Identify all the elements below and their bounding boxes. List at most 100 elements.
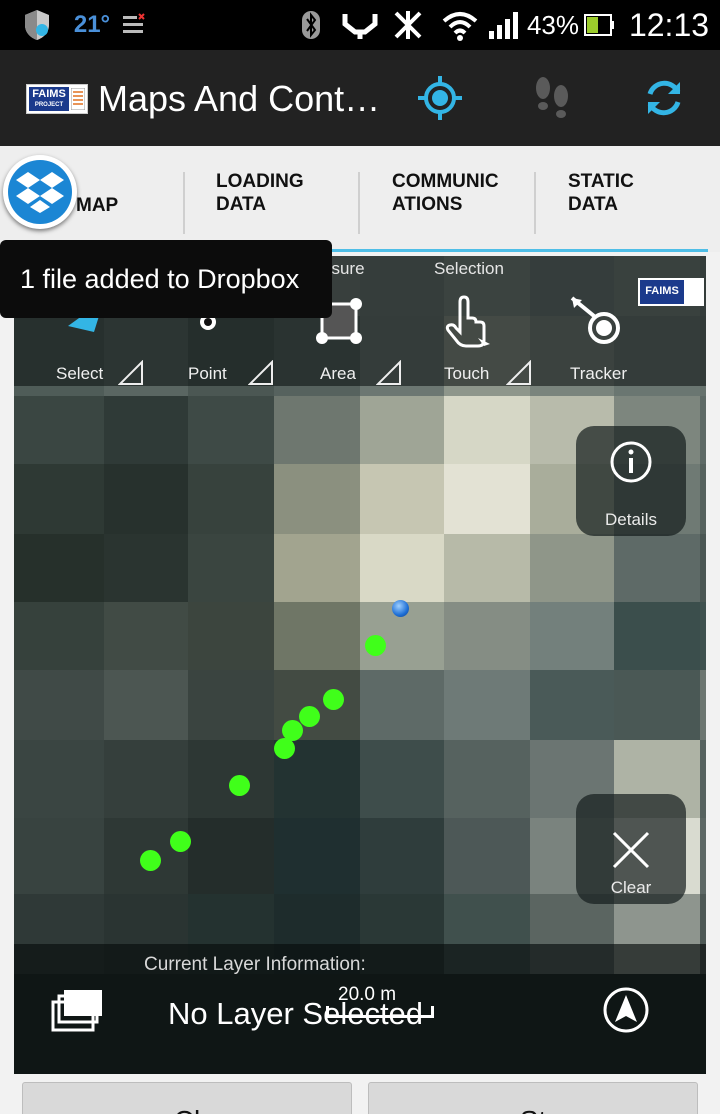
map-tile	[188, 396, 274, 464]
point-tool-label: Point	[188, 364, 227, 383]
footsteps-icon	[536, 77, 568, 118]
map-tile	[700, 534, 706, 602]
map-tile	[274, 818, 360, 894]
clear-button[interactable]: Clear	[576, 794, 686, 904]
map-tile	[274, 396, 360, 464]
tracker-icon	[570, 296, 620, 344]
track-point	[365, 635, 386, 656]
tab-bar: MAP LOADING DATA COMMUNIC ATIONS STATIC …	[0, 146, 720, 252]
sync-button[interactable]	[636, 70, 692, 126]
track-point	[299, 706, 320, 727]
layer-info-bar: Current Layer Information: No Layer Sele…	[14, 944, 706, 1074]
map-tile	[104, 670, 188, 740]
tab-divider	[183, 172, 185, 234]
expand-corner-icon	[376, 360, 401, 385]
area-tool-label: Area	[320, 364, 356, 383]
map-tile	[444, 396, 530, 464]
map-faims-logo: FAIMS	[638, 278, 704, 306]
map-tile	[14, 602, 104, 670]
notification-list-icon	[120, 0, 146, 50]
tab-static-data-line1: STATIC	[568, 171, 634, 192]
bluetooth-icon	[298, 0, 324, 50]
touch-selection-tool[interactable]: Selection Touch	[424, 256, 554, 386]
tab-loading-data-line1: LOADING	[216, 171, 304, 192]
map-tile	[444, 670, 530, 740]
signal-off-icon	[390, 0, 426, 50]
gps-target-icon	[418, 76, 462, 120]
map-tile	[104, 396, 188, 464]
bottom-button-left[interactable]: Cl	[22, 1082, 352, 1114]
expand-corner-icon	[248, 360, 273, 385]
tab-communications-line1: COMMUNIC	[392, 171, 499, 192]
map-tile	[104, 602, 188, 670]
expand-corner-icon	[506, 360, 531, 385]
scale-label: 20.0 m	[338, 984, 397, 1005]
map-tile	[14, 818, 104, 894]
status-bar: 21° 43% 12:13	[0, 0, 720, 50]
track-point	[170, 831, 191, 852]
gps-target-button[interactable]	[412, 70, 468, 126]
weather-temperature: 21°	[73, 11, 111, 38]
dropbox-bubble[interactable]	[3, 155, 77, 229]
map-tile	[188, 602, 274, 670]
map-tile	[444, 602, 530, 670]
cell-signal-icon	[486, 0, 520, 50]
map-tile	[530, 602, 614, 670]
map-tile	[360, 740, 444, 818]
tracker-tool-label: Tracker	[570, 364, 627, 383]
usb-icon	[340, 0, 380, 50]
details-button[interactable]: Details	[576, 426, 686, 536]
map-tile	[360, 670, 444, 740]
map-tile	[360, 396, 444, 464]
battery-percent: 43%	[526, 9, 580, 40]
tab-divider	[358, 172, 360, 234]
tab-static-data[interactable]: STATIC DATA	[568, 170, 634, 252]
map-tile	[444, 740, 530, 818]
track-point	[274, 738, 295, 759]
map-tile	[444, 818, 530, 894]
map-view[interactable]: Select Point asure Area Selection Touch …	[14, 256, 706, 1074]
map-tile	[104, 534, 188, 602]
map-tile	[14, 534, 104, 602]
shield-icon	[20, 0, 54, 50]
bottom-button-right[interactable]: St	[368, 1082, 698, 1114]
map-tile	[188, 670, 274, 740]
action-bar: FAIMS PROJECT Maps And Cont…	[0, 50, 720, 146]
close-icon	[612, 831, 650, 869]
tab-divider	[534, 172, 536, 234]
footsteps-button[interactable]	[524, 70, 580, 126]
map-tile	[14, 396, 104, 464]
map-logo-text: FAIMS	[640, 280, 684, 304]
map-tile	[188, 464, 274, 534]
battery-icon	[582, 0, 616, 50]
touch-hand-icon	[445, 295, 490, 348]
map-tile	[700, 670, 706, 740]
map-tile	[700, 602, 706, 670]
map-tile	[274, 602, 360, 670]
map-tile	[14, 464, 104, 534]
track-point	[229, 775, 250, 796]
tracker-tool[interactable]: Tracker	[554, 256, 644, 386]
map-tile	[530, 534, 614, 602]
north-arrow-button[interactable]	[602, 986, 650, 1034]
map-tile	[14, 670, 104, 740]
app-title: Maps And Cont…	[98, 78, 381, 119]
map-tile	[188, 534, 274, 602]
map-tile	[444, 464, 530, 534]
map-tile	[360, 818, 444, 894]
map-tile	[614, 534, 700, 602]
map-tile	[104, 740, 188, 818]
map-tile	[700, 396, 706, 464]
scale-bar	[326, 1006, 434, 1018]
wifi-icon	[440, 0, 480, 50]
details-label: Details	[605, 510, 657, 529]
map-tile	[614, 602, 700, 670]
tab-communications-line2: ATIONS	[392, 194, 463, 215]
info-icon	[610, 441, 652, 483]
map-tile	[104, 464, 188, 534]
tab-static-data-line2: DATA	[568, 194, 618, 215]
map-tile	[700, 740, 706, 818]
tab-communications[interactable]: COMMUNIC ATIONS	[392, 170, 499, 252]
logo-text: FAIMS	[32, 88, 66, 100]
layers-button[interactable]	[50, 986, 106, 1036]
